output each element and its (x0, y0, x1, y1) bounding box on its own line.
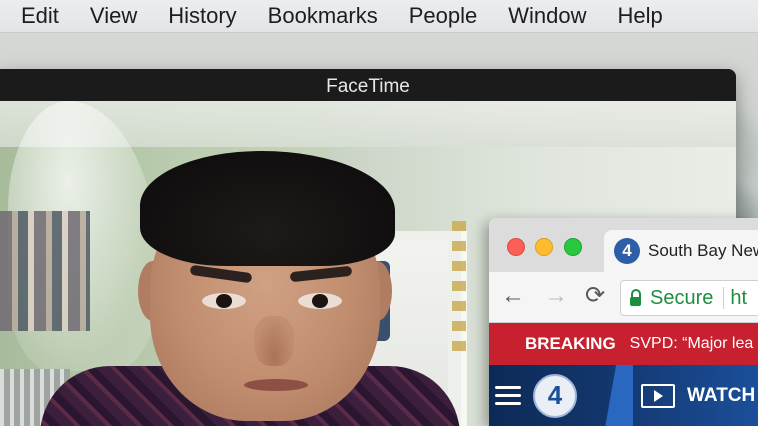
breaking-headline[interactable]: SVPD: “Major lea (630, 335, 754, 353)
menu-bar: Edit View History Bookmarks People Windo… (0, 0, 758, 33)
play-video-icon[interactable] (641, 383, 675, 408)
breaking-label: BREAKING (525, 334, 616, 353)
address-bar[interactable]: Secure ht (620, 280, 758, 316)
menu-window[interactable]: Window (508, 0, 586, 32)
person-eye-right (298, 293, 342, 309)
channel-4-favicon-icon: 4 (614, 238, 640, 264)
close-window-button[interactable] (507, 238, 525, 256)
hanging-ornaments (452, 221, 466, 361)
person-nose (254, 316, 294, 366)
watch-live-link[interactable]: WATCH L (687, 385, 758, 407)
person-mouth (244, 379, 308, 391)
menu-people[interactable]: People (409, 0, 478, 32)
menu-view[interactable]: View (90, 0, 137, 32)
minimize-window-button[interactable] (535, 238, 553, 256)
browser-window[interactable]: 4 South Bay New ← → ⟳ Secure ht BREAKING… (489, 218, 758, 426)
facetime-title: FaceTime (0, 69, 736, 101)
menu-edit[interactable]: Edit (21, 0, 59, 32)
breaking-news-banner[interactable]: BREAKING SVPD: “Major lea (489, 323, 758, 365)
forward-arrow-icon[interactable]: → (544, 284, 568, 308)
lock-icon (630, 288, 641, 306)
menu-history[interactable]: History (168, 0, 236, 32)
menu-bookmarks[interactable]: Bookmarks (268, 0, 378, 32)
site-navigation: 4 WATCH L (489, 365, 758, 426)
tab-strip: 4 South Bay New (489, 218, 758, 272)
address-separator (723, 287, 725, 309)
reload-icon[interactable]: ⟳ (585, 284, 605, 308)
browser-toolbar: ← → ⟳ Secure ht (489, 272, 758, 323)
secure-label: Secure (650, 286, 714, 309)
tab-title: South Bay New (648, 241, 758, 260)
nav-accent-stripe (593, 365, 633, 426)
person-eye-left (202, 293, 246, 309)
zoom-window-button[interactable] (564, 238, 582, 256)
channel-4-logo[interactable]: 4 (533, 373, 577, 418)
person-hair (140, 151, 395, 266)
photo-wall (0, 211, 90, 331)
hamburger-menu-icon[interactable] (495, 385, 521, 406)
tab-south-bay-news[interactable]: 4 South Bay New (604, 230, 758, 272)
menu-help[interactable]: Help (617, 0, 662, 32)
back-arrow-icon[interactable]: ← (501, 284, 525, 308)
url-text[interactable]: ht (730, 287, 747, 310)
